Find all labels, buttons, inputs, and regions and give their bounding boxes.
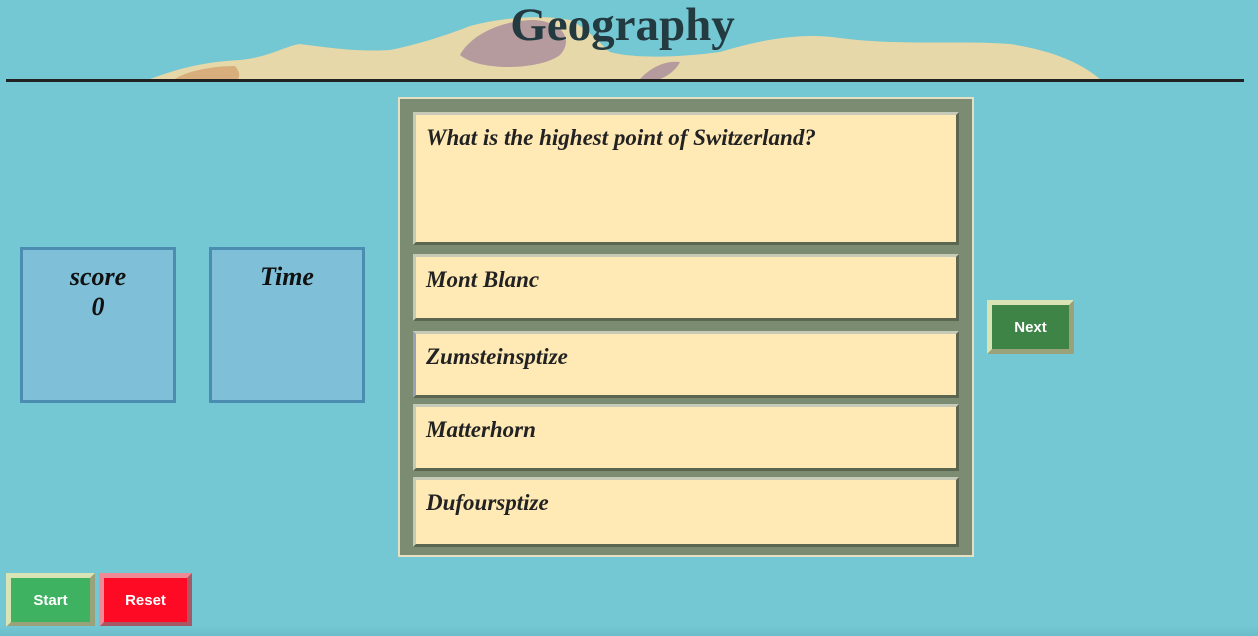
- score-label: score: [69, 262, 127, 291]
- question-text: What is the highest point of Switzerland…: [413, 112, 959, 245]
- bottom-shade: [0, 626, 1258, 636]
- header-divider: [6, 79, 1244, 82]
- quiz-panel: What is the highest point of Switzerland…: [398, 97, 974, 557]
- page-title: Geography: [510, 0, 735, 51]
- start-button[interactable]: Start: [6, 573, 95, 627]
- answer-option[interactable]: Zumsteinsptize: [413, 331, 959, 398]
- next-button[interactable]: Next: [987, 300, 1074, 354]
- answer-option[interactable]: Matterhorn: [413, 404, 959, 471]
- time-box: Time: [209, 247, 365, 403]
- header: Geography: [0, 0, 1258, 82]
- answer-option[interactable]: Mont Blanc: [413, 254, 959, 321]
- time-label: Time: [260, 262, 314, 291]
- answer-option[interactable]: Dufoursptize: [413, 477, 959, 547]
- score-value: 0: [91, 292, 105, 321]
- score-box: score 0: [20, 247, 176, 403]
- reset-button[interactable]: Reset: [99, 573, 192, 627]
